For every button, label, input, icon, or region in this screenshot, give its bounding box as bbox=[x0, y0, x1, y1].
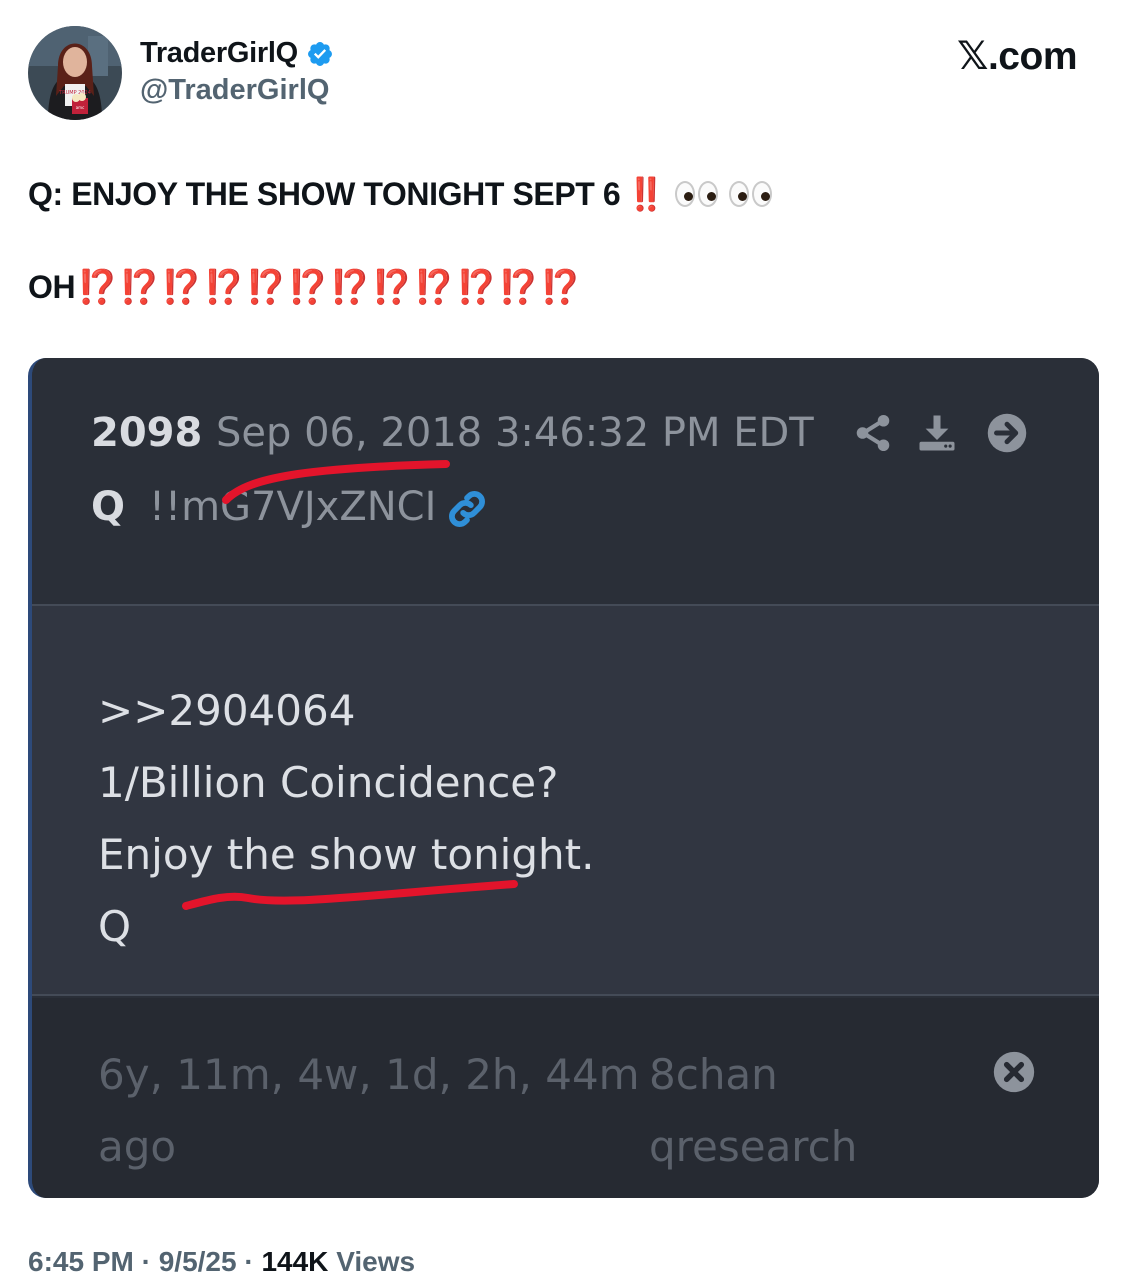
post-reply-reference[interactable]: >>2904064 bbox=[98, 686, 355, 735]
q-post-body: >>2904064 1/Billion Coincidence? Enjoy t… bbox=[32, 604, 1099, 996]
tweet-date[interactable]: 9/5/25 bbox=[159, 1246, 237, 1277]
double-exclamation-emoji: ‼️ bbox=[626, 176, 668, 212]
post-age-suffix: ago bbox=[98, 1122, 177, 1171]
eyes-emoji-icon bbox=[675, 181, 773, 207]
author-display-name[interactable]: TraderGirlQ bbox=[140, 37, 334, 70]
meta-separator: · bbox=[141, 1246, 151, 1277]
post-datetime: Sep 06, 2018 3:46:32 PM EDT bbox=[216, 410, 814, 456]
close-icon[interactable] bbox=[992, 1050, 1036, 1094]
post-body-line: 1/Billion Coincidence? bbox=[98, 758, 559, 807]
author-handle[interactable]: @TraderGirlQ bbox=[140, 74, 329, 107]
download-icon[interactable] bbox=[916, 412, 958, 454]
meta-separator: · bbox=[244, 1246, 254, 1277]
x-brand-logo: 𝕏.com bbox=[957, 34, 1077, 79]
post-signature: Q bbox=[98, 902, 132, 951]
x-logo-glyph: 𝕏 bbox=[957, 34, 988, 79]
share-icon[interactable] bbox=[852, 412, 894, 454]
link-icon[interactable] bbox=[444, 486, 490, 532]
tweet-text-line-2: OH ⁉️⁉️⁉️⁉️⁉️⁉️⁉️⁉️⁉️⁉️⁉️⁉️ bbox=[28, 268, 582, 307]
arrow-right-icon[interactable] bbox=[986, 412, 1028, 454]
verified-badge-icon bbox=[307, 41, 332, 66]
views-count: 144K bbox=[261, 1246, 329, 1277]
q-post-card[interactable]: 2098 Sep 06, 2018 3:46:32 PM EDT Q !!mG7… bbox=[28, 358, 1099, 1198]
tweet-time[interactable]: 6:45 PM bbox=[28, 1246, 134, 1277]
post-age: 6y, 11m, 4w, 1d, 2h, 44m bbox=[98, 1050, 640, 1099]
interrobang-emojis: ⁉️⁉️⁉️⁉️⁉️⁉️⁉️⁉️⁉️⁉️⁉️⁉️ bbox=[77, 268, 583, 305]
avatar[interactable]: TRUMP 2024 amc bbox=[28, 26, 122, 120]
q-post-footer: 6y, 11m, 4w, 1d, 2h, 44m ago 8chan qrese… bbox=[32, 998, 1099, 1198]
post-tripcode: !!mG7VJxZNCI bbox=[149, 484, 437, 530]
views-label: Views bbox=[336, 1246, 416, 1277]
post-body-line: Enjoy the show tonight. bbox=[98, 830, 595, 879]
post-source-site: 8chan bbox=[649, 1050, 778, 1099]
tweet-metadata: 6:45 PM · 9/5/25 · 144K Views bbox=[28, 1246, 415, 1278]
post-number: 2098 bbox=[91, 410, 203, 456]
post-author: Q bbox=[91, 484, 126, 530]
tweet-text-line-1: Q: ENJOY THE SHOW TONIGHT SEPT 6 ‼️ bbox=[28, 175, 773, 213]
tweet-line2-text: OH bbox=[28, 269, 76, 305]
brand-suffix: .com bbox=[987, 35, 1078, 78]
tweet-line1-text: Q: ENJOY THE SHOW TONIGHT SEPT 6 bbox=[28, 175, 621, 212]
post-source-board: qresearch bbox=[649, 1122, 858, 1171]
display-name-text[interactable]: TraderGirlQ bbox=[140, 37, 298, 70]
q-post-header: 2098 Sep 06, 2018 3:46:32 PM EDT Q !!mG7… bbox=[32, 358, 1099, 603]
avatar-popcorn-text: amc bbox=[76, 105, 85, 110]
